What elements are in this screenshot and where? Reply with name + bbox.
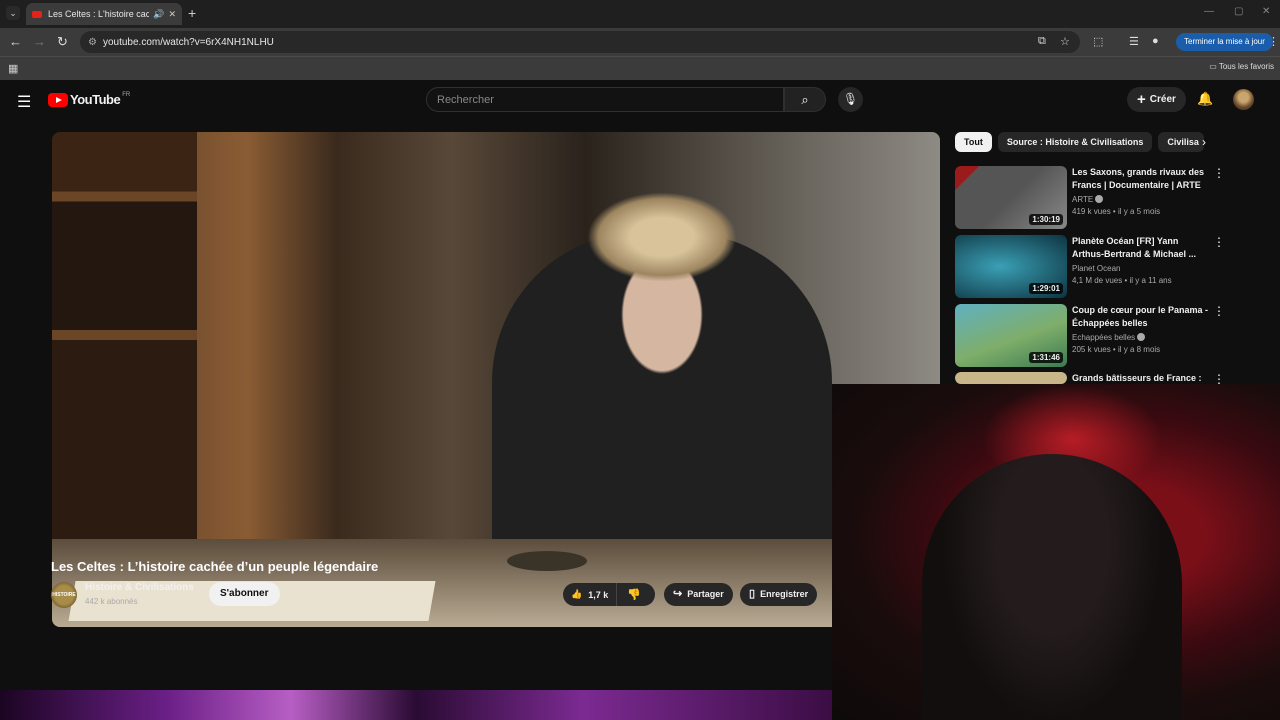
subscriber-count: 442 k abonnés bbox=[85, 597, 138, 606]
recommendation-channel: Planet Ocean bbox=[1072, 264, 1121, 273]
bookmarks-bar: ▦ ▭ Tous les favoris bbox=[0, 56, 1280, 80]
artifact bbox=[507, 551, 587, 571]
search-button[interactable]: ⌕ bbox=[784, 87, 826, 112]
presenter-hair bbox=[587, 192, 737, 282]
save-label: Enregistrer bbox=[760, 589, 809, 599]
like-button[interactable]: 👍 1,7 k bbox=[563, 583, 618, 606]
recommendation-thumbnail[interactable]: 1:30:19 bbox=[955, 166, 1067, 229]
search-input[interactable]: Rechercher bbox=[426, 87, 784, 112]
notifications-bell-icon[interactable]: 🔔 bbox=[1197, 91, 1213, 107]
share-button[interactable]: ↪ Partager bbox=[664, 583, 733, 606]
thumbs-down-icon: 👎 bbox=[627, 589, 641, 601]
recommendation-thumbnail[interactable]: 1:29:01 bbox=[955, 235, 1067, 298]
recommendation-item[interactable]: 1:30:19 Les Saxons, grands rivaux des Fr… bbox=[955, 166, 1275, 229]
recommendation-title[interactable]: Planète Océan [FR] Yann Arthus-Bertrand … bbox=[1072, 235, 1212, 261]
chip-civilisation[interactable]: Civilisa bbox=[1158, 132, 1205, 152]
duration-badge: 1:31:46 bbox=[1029, 352, 1063, 363]
thumbs-up-icon: 👍 bbox=[571, 589, 583, 599]
chevron-right-icon[interactable]: › bbox=[1202, 135, 1206, 149]
dislike-button[interactable]: 👎 bbox=[617, 588, 651, 601]
recommendation-item[interactable]: 1:29:01 Planète Océan [FR] Yann Arthus-B… bbox=[955, 235, 1275, 298]
apps-grid-icon[interactable]: ▦ bbox=[8, 62, 18, 75]
tab-title: Les Celtes : L'histoire cachée bbox=[48, 9, 150, 19]
recommendation-meta: 4,1 M de vues • il y a 11 ans bbox=[1072, 276, 1172, 285]
recommendation-meta: 205 k vues • il y a 8 mois bbox=[1072, 345, 1161, 354]
filter-chips: Tout Source : Histoire & Civilisations C… bbox=[955, 132, 1205, 152]
tab-list-button[interactable]: ⌄ bbox=[6, 6, 20, 20]
tab-active[interactable]: Les Celtes : L'histoire cachée 🔊 ✕ bbox=[26, 3, 182, 25]
like-dislike-group: 👍 1,7 k 👎 bbox=[563, 583, 655, 606]
maximize-icon[interactable]: ▢ bbox=[1234, 6, 1243, 17]
create-button[interactable]: + Créer bbox=[1127, 87, 1186, 112]
plus-icon: + bbox=[1137, 91, 1146, 108]
chip-source[interactable]: Source : Histoire & Civilisations bbox=[997, 132, 1153, 152]
address-bar[interactable]: ⚙ youtube.com/watch?v=6rX4NH1NLHU bbox=[80, 31, 1080, 53]
menu-icon[interactable]: ☰ bbox=[17, 92, 31, 112]
voice-search-button[interactable]: 🎙 bbox=[838, 87, 863, 112]
purple-overlay-strip bbox=[0, 690, 832, 720]
more-options-icon[interactable]: ⋮ bbox=[1213, 235, 1225, 249]
recommendation-item[interactable]: 1:31:46 Coup de cœur pour le Panama - Éc… bbox=[955, 304, 1275, 367]
recommendation-channel: ARTE bbox=[1072, 195, 1104, 204]
close-window-icon[interactable]: ✕ bbox=[1262, 6, 1270, 17]
recommendation-thumbnail[interactable] bbox=[955, 372, 1067, 384]
verified-icon bbox=[1095, 195, 1104, 203]
back-icon[interactable]: ← bbox=[9, 34, 22, 49]
account-avatar[interactable] bbox=[1233, 89, 1254, 110]
video-frame bbox=[52, 132, 940, 627]
all-bookmarks-label: Tous les favoris bbox=[1218, 62, 1274, 71]
verified-icon bbox=[1137, 333, 1146, 341]
close-tab-icon[interactable]: ✕ bbox=[168, 9, 176, 20]
more-options-icon[interactable]: ⋮ bbox=[1213, 304, 1225, 318]
channel-name: ARTE bbox=[1072, 195, 1094, 204]
save-button[interactable]: ▯ Enregistrer bbox=[740, 583, 818, 606]
video-player[interactable] bbox=[52, 132, 940, 627]
reading-list-icon[interactable]: ☰ bbox=[1129, 35, 1139, 48]
bookmark-star-icon[interactable]: ☆ bbox=[1060, 35, 1070, 48]
search-placeholder: Rechercher bbox=[437, 93, 494, 106]
youtube-play-icon bbox=[48, 92, 68, 107]
recommendation-title[interactable]: Coup de cœur pour le Panama - Échappées … bbox=[1072, 304, 1212, 330]
channel-name[interactable]: Histoire & Civilisations bbox=[85, 582, 194, 593]
browser-tabstrip: ⌄ Les Celtes : L'histoire cachée 🔊 ✕ + —… bbox=[0, 0, 1280, 28]
recommendation-meta: 419 k vues • il y a 5 mois bbox=[1072, 207, 1161, 216]
channel-name: Echappées belles bbox=[1072, 333, 1136, 342]
video-title: Les Celtes : L’histoire cachée d’un peup… bbox=[51, 559, 379, 574]
country-code: FR bbox=[122, 92, 131, 98]
site-info-icon[interactable]: ⚙ bbox=[88, 37, 97, 48]
profile-icon[interactable]: ● bbox=[1152, 35, 1159, 47]
new-tab-icon[interactable]: + bbox=[188, 5, 196, 21]
create-label: Créer bbox=[1149, 94, 1176, 105]
more-options-icon[interactable]: ⋮ bbox=[1213, 166, 1225, 180]
webcam-overlay bbox=[832, 384, 1280, 720]
subscribe-button[interactable]: S'abonner bbox=[209, 582, 280, 606]
url-text: youtube.com/watch?v=6rX4NH1NLHU bbox=[102, 36, 274, 48]
youtube-favicon-icon bbox=[32, 10, 42, 18]
all-bookmarks[interactable]: ▭ Tous les favoris bbox=[1209, 62, 1274, 71]
recommendation-channel: Echappées belles bbox=[1072, 333, 1146, 342]
duration-badge: 1:30:19 bbox=[1029, 214, 1063, 225]
bookmark-icon: ▯ bbox=[749, 588, 756, 600]
chip-all[interactable]: Tout bbox=[955, 132, 992, 152]
recommendation-title[interactable]: Les Saxons, grands rivaux des Francs | D… bbox=[1072, 166, 1212, 192]
recommendation-thumbnail[interactable]: 1:31:46 bbox=[955, 304, 1067, 367]
share-icon: ↪ bbox=[673, 588, 683, 600]
forward-icon[interactable]: → bbox=[33, 34, 46, 49]
audio-icon[interactable]: 🔊 bbox=[153, 9, 164, 20]
streamer bbox=[922, 454, 1182, 720]
browser-toolbar: ← → ↻ ⚙ youtube.com/watch?v=6rX4NH1NLHU … bbox=[0, 28, 1280, 56]
duration-badge: 1:29:01 bbox=[1029, 283, 1063, 294]
logo-text: YouTube bbox=[70, 92, 121, 107]
install-icon[interactable]: ⧉ bbox=[1038, 35, 1046, 48]
minimize-icon[interactable]: — bbox=[1204, 6, 1214, 17]
update-button[interactable]: Terminer la mise à jour bbox=[1176, 33, 1273, 51]
microphone-icon: 🎙 bbox=[842, 92, 859, 106]
reload-icon[interactable]: ↻ bbox=[57, 34, 68, 50]
like-count: 1,7 k bbox=[588, 589, 609, 600]
search-icon: ⌕ bbox=[801, 92, 809, 107]
share-label: Partager bbox=[687, 589, 724, 599]
channel-avatar[interactable]: HISTOIRE bbox=[51, 582, 77, 608]
extensions-icon[interactable]: ⬚ bbox=[1093, 35, 1103, 48]
youtube-logo[interactable]: YouTube FR bbox=[48, 92, 130, 107]
